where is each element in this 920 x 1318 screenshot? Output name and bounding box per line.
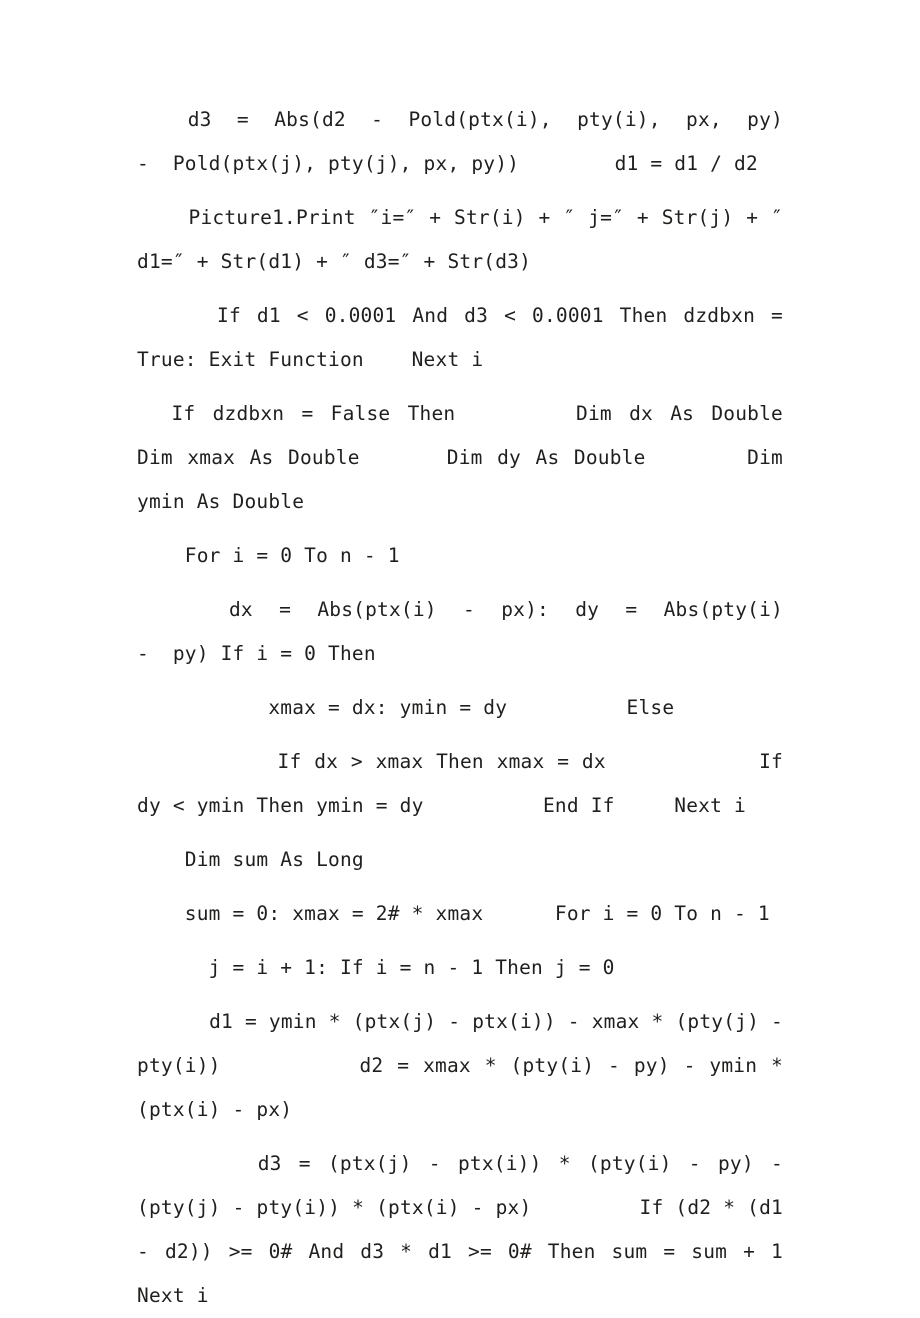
document-text-body: d3 = Abs(d2 - Pold(ptx(i), pty(i), px, p…	[137, 98, 783, 1318]
code-paragraph: If d1 < 0.0001 And d3 < 0.0001 Then dzdb…	[137, 304, 795, 371]
code-paragraph: If dx > xmax Then xmax = dx If dy < ymin…	[137, 750, 795, 817]
code-paragraph: d3 = Abs(d2 - Pold(ptx(i), pty(i), px, p…	[137, 108, 807, 175]
code-paragraph: d3 = (ptx(j) - ptx(i)) * (pty(i) - py) -…	[137, 1152, 867, 1307]
code-paragraph: If dzdbxn = False Then Dim dx As Double …	[137, 402, 867, 513]
document-page: d3 = Abs(d2 - Pold(ptx(i), pty(i), px, p…	[0, 0, 920, 1307]
code-paragraph: d1 = ymin * (ptx(j) - ptx(i)) - xmax * (…	[137, 1010, 795, 1121]
code-paragraph: xmax = dx: ymin = dy Else	[137, 696, 675, 719]
code-paragraph: dx = Abs(ptx(i) - px): dy = Abs(pty(i) -…	[137, 598, 807, 665]
code-paragraph: sum = 0: xmax = 2# * xmax For i = 0 To n…	[137, 902, 770, 925]
code-paragraph: Picture1.Print ″i=″ + Str(i) + ″ j=″ + S…	[137, 206, 807, 273]
code-paragraph: j = i + 1: If i = n - 1 Then j = 0	[137, 956, 615, 979]
code-paragraph: Dim sum As Long	[137, 848, 364, 871]
code-paragraph: For i = 0 To n - 1	[137, 544, 400, 567]
